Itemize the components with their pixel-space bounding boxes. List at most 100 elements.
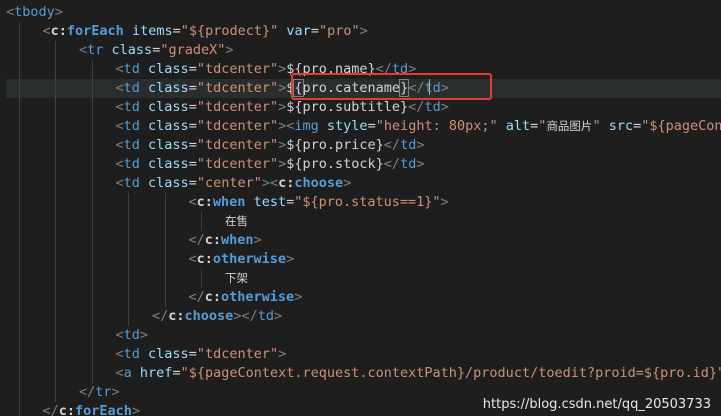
indent-guide: [91, 193, 93, 212]
code-tag-name: otherwise: [212, 251, 287, 267]
indent-guide: [128, 212, 129, 231]
code-string: "center": [196, 175, 262, 191]
indent-guide: [18, 22, 20, 41]
code-tag-name: forEach: [75, 403, 132, 416]
indent-guide: [55, 231, 56, 250]
code-tag-name: td: [123, 346, 140, 362]
code-string: "gradeX": [160, 42, 226, 58]
code-line[interactable]: <c:when test="${pro.status==1}">: [6, 193, 721, 212]
code-line[interactable]: <a href="${pageContext.request.contextPa…: [6, 364, 721, 383]
code-punctuation: <: [115, 346, 124, 362]
indent-guide: [128, 231, 129, 250]
indent-guide: [201, 212, 202, 231]
code-string: "tdcenter": [196, 137, 279, 153]
code-line[interactable]: <tbody>: [6, 3, 721, 22]
code-text: =: [286, 194, 295, 210]
code-tag-name: td: [257, 308, 274, 324]
code-editor[interactable]: <tbody> <c:forEach items="${prodect}" var…: [0, 0, 721, 416]
code-tag-name: choose: [184, 308, 234, 324]
code-cjk-text: 商品图片: [546, 119, 593, 133]
code-text: =: [367, 118, 376, 134]
code-line[interactable]: <td>: [6, 326, 721, 345]
indent-guide: [18, 174, 20, 193]
indent-guide: [55, 250, 56, 269]
code-line[interactable]: <c:forEach items="${prodect}" var="pro">: [6, 22, 721, 41]
code-punctuation: </: [408, 99, 425, 115]
code-line-content: </c:when>: [189, 231, 262, 250]
indent-guide: [91, 117, 93, 136]
indent-guide: [18, 212, 20, 231]
indent-guide: [55, 383, 56, 402]
code-punctuation: >: [343, 175, 352, 191]
code-punctuation: >: [286, 251, 295, 267]
text-cursor: [429, 79, 430, 95]
code-string: "tdcenter": [196, 99, 279, 115]
code-attribute: style: [326, 118, 368, 134]
code-line-content: <td>: [116, 326, 149, 345]
code-text: =: [188, 118, 197, 134]
code-line-content: </tr>: [79, 383, 120, 402]
code-line-content: <a href="${pageContext.request.contextPa…: [116, 364, 721, 383]
code-line-content: <c:otherwise>: [189, 250, 295, 269]
code-line[interactable]: 下架: [6, 269, 721, 288]
code-punctuation: >: [416, 137, 425, 153]
code-punctuation: >: [440, 194, 449, 210]
code-punctuation: <: [115, 118, 124, 134]
code-punctuation: <: [115, 175, 124, 191]
code-punctuation: <: [115, 99, 124, 115]
code-line[interactable]: <td class="tdcenter">${pro.subtitle}</td…: [6, 98, 721, 117]
code-attribute: test: [253, 194, 287, 210]
code-punctuation: <: [270, 175, 279, 191]
code-string: "pro": [318, 23, 360, 39]
indent-guide: [55, 79, 56, 98]
code-line-content: <td class="tdcenter">${pro.price}</td>: [116, 136, 425, 155]
code-text: ${pro.stock}: [286, 156, 384, 172]
code-tag-name: td: [424, 99, 441, 115]
code-punctuation: </: [188, 289, 205, 305]
code-line[interactable]: <tr class="gradeX">: [6, 41, 721, 60]
indent-guide: [164, 250, 166, 269]
code-line[interactable]: <td class="tdcenter">: [6, 345, 721, 364]
indent-guide: [91, 364, 93, 383]
indent-guide: [18, 307, 20, 326]
code-line[interactable]: </c:when>: [6, 231, 721, 250]
code-text: =: [172, 23, 181, 39]
code-tag-prefix: c:: [204, 232, 222, 248]
code-line[interactable]: <td class="center"><c:choose>: [6, 174, 721, 193]
indent-guide: [55, 41, 56, 60]
code-punctuation: >: [111, 384, 120, 400]
code-attribute: class: [148, 156, 189, 172]
code-tag-name: forEach: [66, 23, 124, 39]
code-line[interactable]: </c:choose></td>: [6, 307, 721, 326]
code-punctuation: </: [152, 308, 169, 324]
indent-guide: [18, 41, 20, 60]
code-string: ": [592, 118, 601, 134]
indent-guide: [55, 60, 56, 79]
code-line[interactable]: <td class="tdcenter">${pro.price}</td>: [6, 136, 721, 155]
code-line[interactable]: <td class="tdcenter">${pro.stock}</td>: [6, 155, 721, 174]
code-string: "tdcenter": [196, 80, 279, 96]
code-tag-prefix: c:: [168, 308, 185, 324]
code-punctuation: >: [273, 308, 283, 324]
code-line-content: <tr class="gradeX">: [79, 41, 234, 60]
code-punctuation: <: [6, 4, 15, 20]
indent-guide: [164, 269, 166, 288]
code-text: =: [188, 175, 197, 191]
code-tag-name: a: [123, 365, 132, 381]
code-line[interactable]: 在售: [6, 212, 721, 231]
code-line-content: <c:when test="${pro.status==1}">: [189, 193, 449, 212]
code-line[interactable]: <c:otherwise>: [6, 250, 721, 269]
code-line-content: </c:otherwise>: [189, 288, 303, 307]
code-line[interactable]: <td class="tdcenter"><img style="height:…: [6, 117, 721, 136]
indent-guide: [18, 288, 20, 307]
code-line[interactable]: </c:otherwise>: [6, 288, 721, 307]
indent-guide: [18, 117, 20, 136]
indent-guide: [164, 231, 166, 250]
code-line-content: 在售: [225, 212, 248, 231]
